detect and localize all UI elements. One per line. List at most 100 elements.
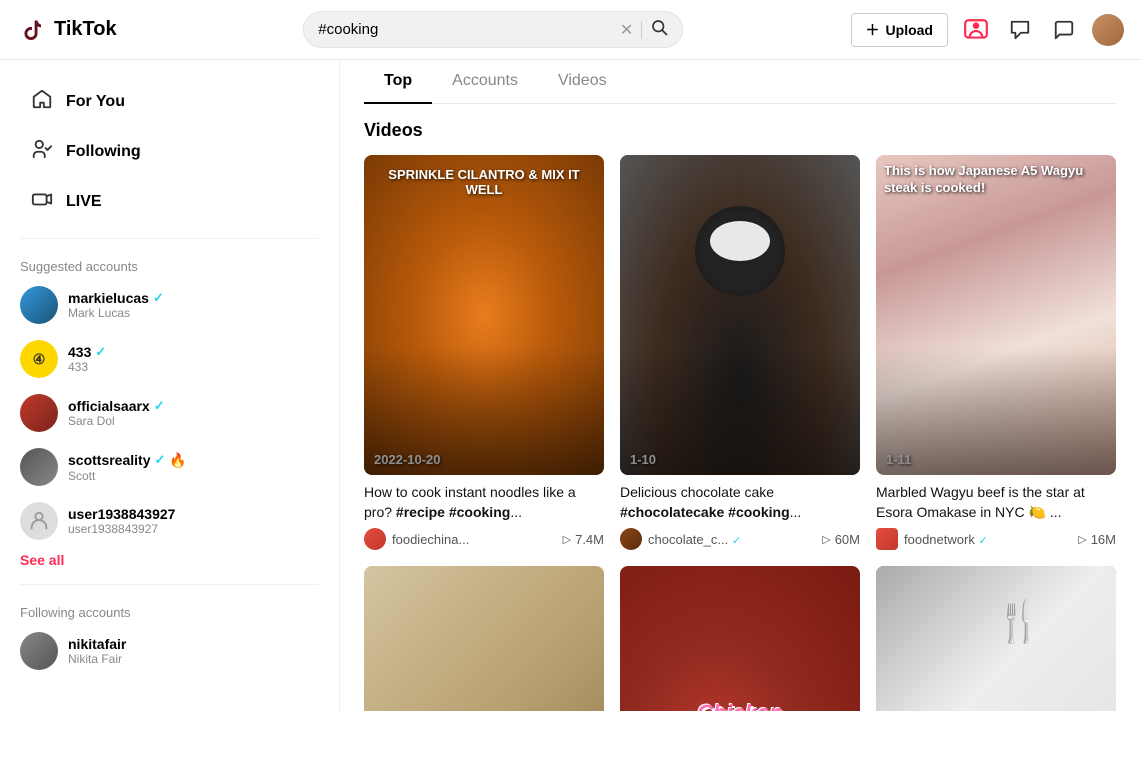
suggested-account-officialsaarx[interactable]: officialsaarx ✓ Sara Dol [0, 386, 339, 440]
video-card-5[interactable]: Chicken Paprikash [620, 566, 860, 711]
following-accounts-title: Following accounts [0, 597, 339, 624]
account-info-scottsreality: scottsreality ✓ 🔥 Scott [68, 452, 319, 483]
video-thumbnail-image-3 [876, 155, 1116, 475]
video-thumbnail-image-6: 🍴 [876, 566, 1116, 711]
video-views-2: ▷ 60M [822, 532, 860, 547]
video-thumb-6: 🍴 [876, 566, 1116, 711]
video-author-name-3: foodnetwork ✓ [904, 532, 1072, 547]
video-thumb-4: Beefhot sandwich [364, 566, 604, 711]
see-all-button[interactable]: See all [0, 548, 339, 572]
verified-icon-scottsreality: ✓ [154, 452, 165, 468]
account-username-officialsaarx: officialsaarx ✓ [68, 398, 319, 414]
play-icon-1: ▷ [563, 533, 571, 546]
account-info-markielucas: markielucas ✓ Mark Lucas [68, 290, 319, 320]
chicken-line1: Chicken [687, 700, 792, 711]
search-tabs: Top Accounts Videos [364, 60, 1116, 104]
search-bar: ✕ [136, 11, 851, 48]
video-thumbnail-image-2 [620, 155, 860, 475]
account-username-markielucas: markielucas ✓ [68, 290, 319, 306]
account-avatar-user1938843927 [20, 502, 58, 540]
video-author-name-2: chocolate_c... ✓ [648, 532, 816, 547]
sidebar-divider-2 [20, 584, 319, 585]
sidebar-item-live[interactable]: LIVE [8, 178, 331, 226]
suggested-accounts-title: Suggested accounts [0, 251, 339, 278]
main-layout: For You Following LIVE Suggested account… [0, 60, 1140, 711]
video-title-3: Marbled Wagyu beef is the star at Esora … [876, 483, 1116, 522]
logo-text: TikTok [54, 18, 117, 41]
video-thumb-2: 1-10 [620, 155, 860, 475]
video-meta-2: chocolate_c... ✓ ▷ 60M [620, 528, 860, 550]
sidebar-item-for-you[interactable]: For You [8, 78, 331, 126]
search-wrapper: ✕ [303, 11, 683, 48]
video-meta-3: foodnetwork ✓ ▷ 16M [876, 528, 1116, 550]
video-thumb-3: This is how Japanese A5 Wagyu steak is c… [876, 155, 1116, 475]
video-timestamp-2: 1-10 [630, 452, 656, 467]
search-clear-icon[interactable]: ✕ [620, 20, 633, 40]
video-card-3[interactable]: This is how Japanese A5 Wagyu steak is c… [876, 155, 1116, 550]
account-display-officialsaarx: Sara Dol [68, 414, 319, 428]
account-avatar-markielucas [20, 286, 58, 324]
upload-button[interactable]: ＋ Upload [851, 13, 948, 47]
logo[interactable]: TikTok [16, 14, 136, 46]
suggested-account-markielucas[interactable]: markielucas ✓ Mark Lucas [0, 278, 339, 332]
video-card-6[interactable]: 🍴 [876, 566, 1116, 711]
following-icon [28, 138, 56, 166]
video-overlay-text-1: SPRINKLE CILANTRO & MIX IT WELL [364, 163, 604, 201]
header-actions: ＋ Upload [851, 13, 1124, 47]
home-icon [28, 88, 56, 116]
following-account-nikitafair[interactable]: nikitafair Nikita Fair [0, 624, 339, 678]
video-thumbnail-image-4 [364, 566, 604, 711]
tab-videos[interactable]: Videos [538, 60, 627, 104]
account-avatar-officialsaarx [20, 394, 58, 432]
header: TikTok ✕ ＋ Upload [0, 0, 1140, 60]
search-divider [641, 21, 642, 39]
video-card-1[interactable]: SPRINKLE CILANTRO & MIX IT WELL 2022-10-… [364, 155, 604, 550]
video-grid: SPRINKLE CILANTRO & MIX IT WELL 2022-10-… [364, 155, 1116, 711]
suggested-account-user1938843927[interactable]: user1938843927 user1938843927 [0, 494, 339, 548]
account-display-markielucas: Mark Lucas [68, 306, 319, 320]
search-icon[interactable] [650, 18, 668, 41]
sidebar: For You Following LIVE Suggested account… [0, 60, 340, 711]
search-input[interactable] [318, 21, 612, 38]
video-author-name-1: foodiechina... [392, 532, 557, 547]
account-info-officialsaarx: officialsaarx ✓ Sara Dol [68, 398, 319, 428]
sidebar-label-live: LIVE [66, 193, 102, 211]
play-icon-2: ▷ [822, 533, 830, 546]
account-display-nikitafair: Nikita Fair [68, 652, 319, 666]
account-username-scottsreality: scottsreality ✓ 🔥 [68, 452, 319, 469]
suggested-account-scottsreality[interactable]: scottsreality ✓ 🔥 Scott [0, 440, 339, 494]
tab-top[interactable]: Top [364, 60, 432, 104]
account-display-scottsreality: Scott [68, 469, 319, 483]
video-card-4[interactable]: Beefhot sandwich [364, 566, 604, 711]
verified-icon-433: ✓ [95, 344, 106, 360]
inbox-messages-icon[interactable] [1004, 14, 1036, 46]
video-thumbnail-image-5 [620, 566, 860, 711]
video-overlay-chicken: Chicken Paprikash [687, 700, 792, 711]
verified-icon-officialsaarx: ✓ [154, 398, 165, 414]
account-avatar-nikitafair [20, 632, 58, 670]
video-views-1: ▷ 7.4M [563, 532, 604, 547]
user-avatar[interactable] [1092, 14, 1124, 46]
messages-icon[interactable] [1048, 14, 1080, 46]
play-icon-3: ▷ [1078, 533, 1086, 546]
account-info-nikitafair: nikitafair Nikita Fair [68, 636, 319, 666]
video-timestamp-1: 2022-10-20 [374, 452, 441, 467]
tiktok-logo-icon [16, 14, 48, 46]
tab-accounts[interactable]: Accounts [432, 60, 538, 104]
video-card-2[interactable]: 1-10 Delicious chocolate cake #chocolate… [620, 155, 860, 550]
sidebar-item-following[interactable]: Following [8, 128, 331, 176]
video-overlay-wagyu: This is how Japanese A5 Wagyu steak is c… [884, 163, 1108, 197]
account-info-433: 433 ✓ 433 [68, 344, 319, 374]
account-username-433: 433 ✓ [68, 344, 319, 360]
inbox-icon[interactable] [960, 14, 992, 46]
sidebar-label-following: Following [66, 143, 141, 161]
account-display-user1938843927: user1938843927 [68, 522, 319, 536]
video-title-2: Delicious chocolate cake #chocolatecake … [620, 483, 860, 522]
suggested-account-433[interactable]: ④ 433 ✓ 433 [0, 332, 339, 386]
plus-icon: ＋ [866, 20, 880, 40]
video-views-3: ▷ 16M [1078, 532, 1116, 547]
video-thumbnail-image-1 [364, 155, 604, 475]
account-avatar-scottsreality [20, 448, 58, 486]
video-meta-1: foodiechina... ▷ 7.4M [364, 528, 604, 550]
sidebar-divider-1 [20, 238, 319, 239]
